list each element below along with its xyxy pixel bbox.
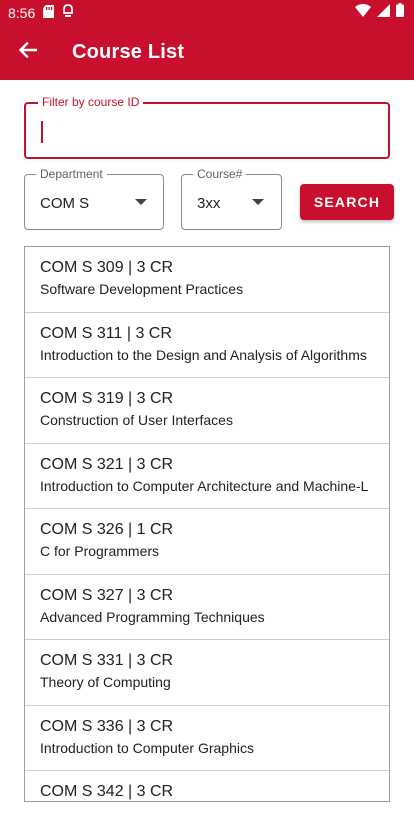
list-item[interactable]: COM S 331 | 3 CR Theory of Computing (25, 640, 389, 706)
course-code: COM S 331 | 3 CR (40, 652, 174, 669)
filter-label: Filter by course ID (38, 95, 144, 109)
filter-input[interactable] (40, 120, 370, 144)
search-button[interactable]: SEARCH (300, 184, 394, 220)
department-value: COM S (40, 195, 90, 212)
text-cursor (41, 121, 43, 143)
status-left: 8:56 (8, 4, 74, 21)
course-code: COM S 309 | 3 CR (40, 259, 174, 276)
wifi-icon (355, 3, 371, 22)
list-item[interactable]: COM S 319 | 3 CR Construction of User In… (25, 378, 389, 444)
list-item[interactable]: COM S 309 | 3 CR Software Development Pr… (25, 247, 389, 313)
course-code: COM S 321 | 3 CR (40, 455, 174, 473)
list-item[interactable]: COM S 321 | 3 CR Introduction to Compute… (25, 444, 389, 509)
course-number-dropdown[interactable]: Course# 3xx (181, 167, 282, 230)
back-button[interactable] (0, 25, 56, 80)
status-time: 8:56 (8, 4, 36, 21)
sd-card-icon (43, 4, 55, 21)
course-number-label: Course# (193, 167, 247, 181)
course-code: COM S 326 | 1 CR (40, 521, 174, 538)
course-name: Introduction to the Design and Analysis … (40, 346, 367, 363)
status-right (355, 3, 404, 22)
list-item[interactable]: COM S 326 | 1 CR C for Programmers (25, 509, 389, 575)
course-name: Introduction to Computer Architecture an… (40, 477, 369, 494)
filter-field[interactable]: Filter by course ID (24, 95, 390, 159)
app-bar: Course List (0, 25, 414, 80)
course-code: COM S 319 | 3 CR (40, 390, 174, 407)
course-name: Theory of Computing (40, 674, 171, 690)
arrow-back-icon (18, 41, 38, 63)
battery-icon (396, 3, 404, 22)
status-bar: 8:56 (0, 0, 414, 25)
course-code: COM S 336 | 3 CR (40, 717, 174, 735)
list-item[interactable]: COM S 336 | 3 CR Introduction to Compute… (25, 706, 389, 771)
course-name: Construction of User Interfaces (40, 412, 233, 428)
list-item[interactable]: COM S 342 | 3 CR (25, 771, 389, 801)
course-list[interactable]: COM S 309 | 3 CR Software Development Pr… (24, 246, 390, 802)
course-name: C for Programmers (40, 543, 160, 559)
course-name: Advanced Programming Techniques (40, 608, 265, 625)
course-name: Software Development Practices (40, 281, 244, 297)
course-name: Introduction to Computer Graphics (40, 739, 254, 756)
department-dropdown[interactable]: Department COM S (24, 167, 164, 230)
course-number-value: 3xx (197, 195, 221, 212)
page-title: Course List (72, 41, 185, 63)
list-item[interactable]: COM S 327 | 3 CR Advanced Programming Te… (25, 575, 389, 640)
department-label: Department (36, 167, 107, 181)
notification-icon (62, 4, 74, 21)
course-code: COM S 327 | 3 CR (40, 586, 174, 604)
course-code: COM S 311 | 3 CR (40, 324, 172, 342)
dropdown-arrow-icon (252, 199, 264, 205)
list-item[interactable]: COM S 311 | 3 CR Introduction to the Des… (25, 313, 389, 378)
cellular-icon (377, 3, 390, 22)
course-code: COM S 342 | 3 CR (40, 783, 174, 800)
dropdown-arrow-icon (135, 199, 147, 205)
